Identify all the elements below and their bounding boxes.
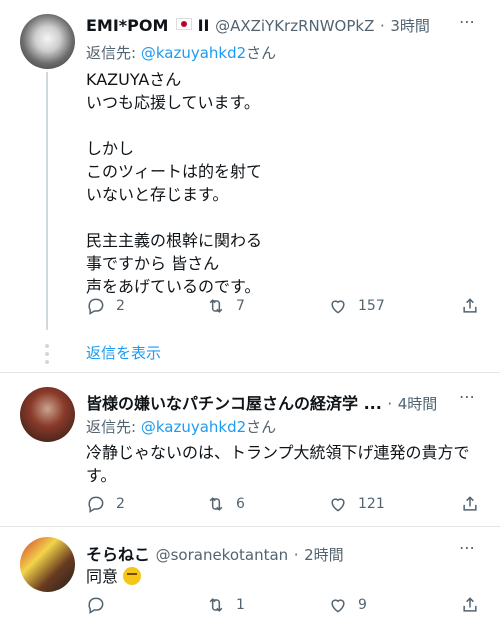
tweet-text-line: 民主主義の根幹に関わる (86, 231, 263, 250)
separator: · (379, 17, 385, 35)
display-name-suffix: II (197, 16, 210, 35)
display-name[interactable]: そらねこ (86, 545, 150, 564)
japan-flag-icon (176, 18, 192, 30)
retweet-count: 6 (236, 496, 245, 512)
timestamp[interactable]: 3時間 (390, 17, 430, 35)
like-button[interactable]: 121 (328, 494, 385, 514)
share-button[interactable] (460, 296, 480, 316)
more-icon[interactable]: ⋯ (459, 12, 476, 31)
more-icon[interactable]: ⋯ (459, 387, 476, 406)
reply-count: 2 (116, 298, 125, 314)
thread-dot (45, 360, 49, 364)
tweet-3[interactable]: そらねこ @soranekotantan · 2時間 ⋯ 同意 1 9 (0, 527, 500, 633)
tweet-text-line (86, 206, 262, 229)
retweet-icon (209, 598, 223, 612)
reply-count: 2 (116, 496, 125, 512)
reply-to: 返信先: @kazuyahkd2さん (86, 416, 276, 437)
display-name[interactable]: 皆様の嫌いなパチンコ屋さんの経済学 ... (86, 394, 382, 413)
tweet-header: そらねこ @soranekotantan · 2時間 (86, 541, 344, 565)
timestamp[interactable]: 4時間 (398, 395, 438, 413)
tweet-text: KAZUYAさん いつも応援しています。 しかし このツィートは的を射て いない… (86, 68, 262, 298)
separator: · (293, 546, 299, 564)
tweet-text: 冷静じゃないのは、トランプ大統領下げ連発の貴方で す。 (86, 441, 470, 487)
avatar[interactable] (20, 387, 75, 442)
more-icon[interactable]: ⋯ (459, 538, 476, 557)
share-button[interactable] (460, 595, 480, 615)
tweet-text-line: いつも応援しています。 (86, 93, 260, 112)
tweet-1[interactable]: EMI*POM II @AXZiYKrzRNWOPkZ · 3時間 ⋯ 返信先:… (0, 0, 500, 370)
tweet-actions: 2 6 121 (86, 494, 482, 518)
tweet-text-line: 冷静じゃないのは、トランプ大統領下げ連発の貴方で (86, 443, 470, 462)
show-replies-link[interactable]: 返信を表示 (86, 342, 161, 363)
tweet-text-line: いないと存じます。 (86, 185, 229, 204)
like-icon (331, 300, 345, 314)
reply-to: 返信先: @kazuyahkd2さん (86, 42, 276, 63)
tweet-actions: 2 7 157 (86, 296, 482, 320)
tweet-text-content: 同意 (86, 567, 119, 586)
like-button[interactable]: 157 (328, 296, 385, 316)
timestamp[interactable]: 2時間 (304, 546, 344, 564)
share-icon (463, 597, 477, 612)
separator: · (387, 395, 393, 413)
tweet-text-line: しかし (86, 139, 135, 158)
reply-button[interactable]: 2 (86, 296, 125, 316)
like-icon (331, 599, 345, 613)
avatar[interactable] (20, 537, 75, 592)
reply-button[interactable] (86, 595, 116, 615)
user-handle[interactable]: @soranekotantan (156, 546, 289, 564)
tweet-text-line: このツィートは的を射て (86, 162, 263, 181)
like-count: 9 (358, 597, 367, 613)
grimacing-face-icon (123, 567, 142, 585)
like-icon (331, 498, 345, 512)
reply-icon (88, 298, 104, 315)
reply-button[interactable]: 2 (86, 494, 125, 514)
user-handle[interactable]: @AXZiYKrzRNWOPkZ (215, 17, 374, 35)
reply-icon (88, 496, 104, 513)
like-count: 121 (358, 496, 385, 512)
retweet-icon (209, 497, 223, 511)
reply-to-suffix: さん (246, 44, 277, 62)
thread-dot (45, 344, 49, 348)
reply-to-prefix: 返信先: (86, 44, 141, 62)
tweet-header: EMI*POM II @AXZiYKrzRNWOPkZ · 3時間 (86, 15, 430, 36)
retweet-button[interactable]: 7 (206, 296, 245, 316)
reply-icon (88, 597, 104, 614)
retweet-icon (209, 299, 223, 313)
reply-to-suffix: さん (246, 418, 277, 436)
avatar[interactable] (20, 14, 75, 69)
tweet-actions: 1 9 (86, 595, 482, 619)
retweet-button[interactable]: 6 (206, 494, 245, 514)
share-button[interactable] (460, 494, 480, 514)
retweet-count: 7 (236, 298, 245, 314)
tweet-header: 皆様の嫌いなパチンコ屋さんの経済学 ... · 4時間 (86, 390, 437, 414)
tweet-text: 同意 (86, 565, 142, 588)
display-name[interactable]: EMI*POM (86, 16, 168, 35)
retweet-count: 1 (236, 597, 245, 613)
retweet-button[interactable]: 1 (206, 595, 245, 615)
like-button[interactable]: 9 (328, 595, 367, 615)
tweet-2[interactable]: 皆様の嫌いなパチンコ屋さんの経済学 ... · 4時間 ⋯ 返信先: @kazu… (0, 373, 500, 521)
reply-to-mention[interactable]: @kazuyahkd2 (141, 418, 246, 436)
tweet-text-line (86, 114, 262, 137)
tweet-text-line: 声をあげているのです。 (86, 277, 261, 296)
tweet-text-line: 事ですから 皆さん (86, 254, 220, 273)
tweet-text-line: KAZUYAさん (86, 70, 182, 89)
share-icon (463, 496, 477, 511)
reply-to-mention[interactable]: @kazuyahkd2 (141, 44, 246, 62)
share-icon (463, 298, 477, 313)
thread-line (46, 72, 48, 330)
tweet-text-line: す。 (86, 466, 117, 485)
thread-dot (45, 352, 49, 356)
reply-to-prefix: 返信先: (86, 418, 141, 436)
like-count: 157 (358, 298, 385, 314)
